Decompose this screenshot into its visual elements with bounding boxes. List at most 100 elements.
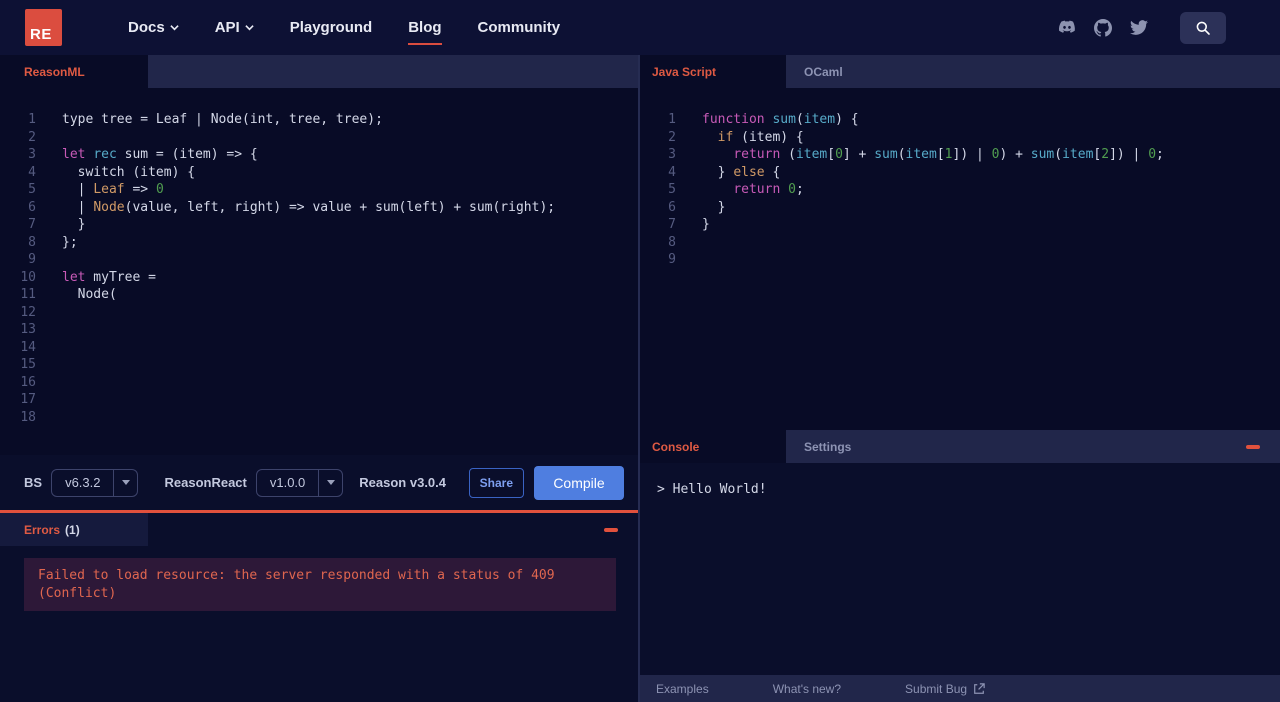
code-line: 11 Node( — [0, 286, 638, 304]
nav-item-docs[interactable]: Docs — [128, 19, 179, 36]
discord-icon[interactable] — [1058, 19, 1076, 37]
code-line: 3 return (item[0] + sum(item[1]) | 0) + … — [640, 146, 1280, 164]
link-label: Submit Bug — [905, 681, 968, 696]
reason-tabbar: ReasonML — [0, 55, 638, 88]
chevron-down-icon — [245, 23, 254, 32]
code-text: } else { — [702, 164, 781, 180]
code-text: return 0; — [733, 182, 804, 197]
line-number: 6 — [668, 199, 676, 215]
line-number: 5 — [668, 182, 676, 197]
nav-label: Blog — [408, 19, 442, 36]
errors-title: Errors — [24, 522, 61, 537]
line-number: 7 — [28, 217, 36, 232]
tab-settings[interactable]: Settings — [786, 430, 869, 463]
reason-version-text: Reason v3.0.4 — [359, 475, 446, 490]
nav-item-community[interactable]: Community — [478, 19, 561, 36]
code-line: 4 switch (item) { — [0, 164, 638, 182]
line-number: 17 — [20, 392, 36, 407]
line-number: 16 — [20, 374, 36, 390]
output-tabbar: Java Script OCaml — [640, 55, 1280, 88]
github-icon[interactable] — [1094, 18, 1112, 37]
line-number: 5 — [28, 182, 36, 197]
submit-bug-link[interactable]: Submit Bug — [905, 682, 985, 696]
line-number: 10 — [20, 269, 36, 285]
line-number: 1 — [668, 112, 676, 127]
tab-label: Console — [652, 439, 700, 454]
code-line: 1 type tree = Leaf | Node(int, tree, tree… — [0, 111, 638, 129]
reasonreact-version-select[interactable]: v1.0.0 — [255, 468, 344, 497]
logo-text: RE — [30, 26, 52, 43]
twitter-icon[interactable] — [1130, 19, 1148, 37]
code-text: } — [62, 217, 86, 232]
code-text: } — [702, 217, 710, 232]
bs-version-select[interactable]: v6.3.2 — [51, 468, 139, 497]
reason-logo[interactable]: RE — [25, 9, 62, 46]
code-line: 9 — [0, 251, 638, 269]
code-text: type tree = Leaf | Node(int, tree, tree)… — [62, 112, 383, 127]
nav-item-api[interactable]: API — [215, 19, 254, 36]
code-line: 14 — [0, 339, 638, 357]
code-line: 1 function sum(item) { — [640, 111, 1280, 129]
code-line: 16 — [0, 374, 638, 392]
code-line: 8 — [640, 234, 1280, 252]
code-text: return (item[0] + sum(item[1]) | 0) + su… — [733, 147, 1164, 162]
code-line: 7} — [640, 216, 1280, 234]
examples-link[interactable]: Examples — [656, 682, 709, 696]
search-icon — [1195, 20, 1211, 36]
line-number: 1 — [28, 112, 36, 127]
code-text: | Node(value, left, right) => value + su… — [62, 199, 556, 215]
header-right — [1058, 11, 1280, 44]
line-number: 14 — [20, 339, 36, 355]
reason-editor[interactable]: 1 type tree = Leaf | Node(int, tree, tree… — [0, 88, 638, 455]
tab-ocaml[interactable]: OCaml — [786, 55, 861, 88]
bs-version-value: v6.3.2 — [65, 475, 101, 490]
whats-new-link[interactable]: What's new? — [773, 682, 841, 696]
code-line: 5 | Leaf => 0 — [0, 181, 638, 199]
line-number: 18 — [20, 409, 36, 425]
tab-label: Java Script — [652, 64, 717, 79]
line-number: 3 — [28, 147, 36, 162]
line-number: 6 — [28, 199, 36, 215]
code-line: 7 } — [0, 216, 638, 234]
collapse-console-button[interactable] — [1246, 444, 1260, 449]
tab-reasonml[interactable]: ReasonML — [0, 55, 148, 88]
nav-label: Docs — [128, 19, 165, 36]
reasonreact-version-value: v1.0.0 — [269, 475, 306, 490]
console-output: > Hello World! — [640, 463, 1280, 675]
tab-javascript[interactable]: Java Script — [640, 55, 786, 88]
external-link-icon — [973, 682, 985, 695]
code-line: 4 } else { — [640, 164, 1280, 182]
code-line: 2 — [0, 129, 638, 147]
tab-label: OCaml — [804, 64, 843, 79]
tab-console[interactable]: Console — [640, 430, 786, 463]
nav-item-blog[interactable]: Blog — [408, 19, 442, 45]
reasonreact-label: ReasonReact — [164, 475, 247, 490]
line-number: 2 — [28, 129, 36, 145]
link-label: Examples — [656, 681, 709, 696]
code-text: | Leaf => 0 — [62, 182, 164, 197]
line-number: 9 — [28, 252, 36, 267]
nav-label: Playground — [289, 19, 373, 36]
nav-item-playground[interactable]: Playground — [290, 19, 373, 36]
bs-label: BS — [24, 475, 43, 490]
tab-label: Settings — [804, 439, 852, 454]
code-text: if (item) { — [717, 129, 804, 145]
code-text: switch (item) { — [62, 164, 196, 180]
code-line: 10 let myTree = — [0, 269, 638, 287]
search-button[interactable] — [1180, 11, 1226, 44]
line-number: 13 — [20, 322, 36, 337]
playground-footer: Examples What's new? Submit Bug — [640, 675, 1280, 702]
code-line: 15 — [0, 356, 638, 374]
share-button[interactable]: Share — [468, 467, 524, 498]
compile-button[interactable]: Compile — [534, 465, 624, 500]
tab-errors[interactable]: Errors (1) — [0, 513, 148, 546]
javascript-output-editor[interactable]: 1 function sum(item) {2 if (item) {3 retu… — [640, 88, 1280, 430]
reason-pane: ReasonML 1 type tree = Leaf | Node(int, t… — [0, 55, 640, 702]
code-line: 6 | Node(value, left, right) => value + … — [0, 199, 638, 217]
link-label: What's new? — [772, 681, 842, 696]
code-line: 8}; — [0, 234, 638, 252]
line-number: 8 — [668, 234, 676, 250]
line-number: 9 — [668, 252, 676, 267]
collapse-errors-button[interactable] — [604, 527, 618, 532]
code-line: 2 if (item) { — [640, 129, 1280, 147]
